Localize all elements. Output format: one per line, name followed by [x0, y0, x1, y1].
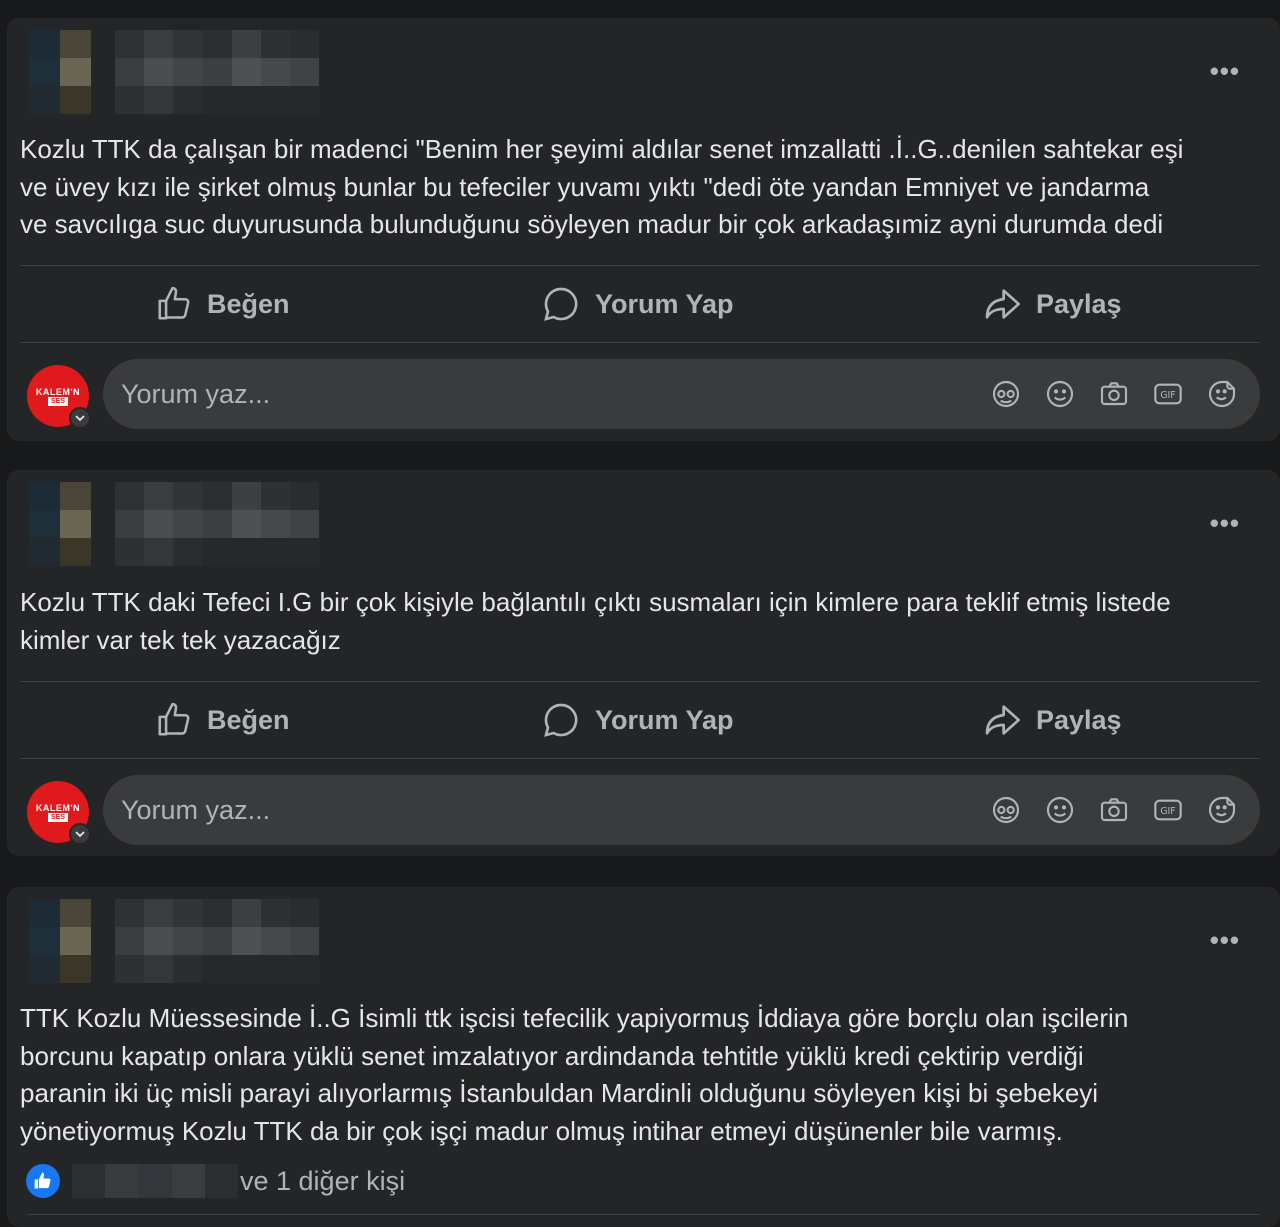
reactions-summary[interactable]: ve 1 diğer kişi [26, 1163, 405, 1199]
comment-input[interactable]: Yorum yaz... GIF [103, 775, 1260, 845]
chevron-down-icon[interactable] [69, 407, 91, 429]
emoji-icon[interactable] [1044, 378, 1076, 410]
post-text-3: TTK Kozlu Müessesinde İ..G İsimli ttk iş… [20, 1003, 1129, 1146]
share-label: Paylaş [1036, 704, 1122, 735]
comment-input[interactable]: Yorum yaz... GIF [103, 359, 1260, 429]
author-avatar-blurred[interactable] [29, 899, 91, 983]
camera-icon[interactable] [1098, 378, 1130, 410]
action-bar-1: Beğen Yorum Yap Paylaş [20, 266, 1260, 342]
like-label: Beğen [207, 704, 290, 735]
comment-bubble-icon [544, 287, 578, 321]
divider [20, 342, 1260, 343]
author-name-blurred[interactable] [115, 30, 319, 114]
avatar-logo-text: KALEM'N [35, 386, 81, 397]
comment-button[interactable]: Yorum Yap [541, 266, 734, 342]
thumbs-up-icon [158, 286, 190, 320]
more-options-icon[interactable]: ••• [1210, 927, 1240, 953]
gif-icon[interactable]: GIF [1152, 378, 1184, 410]
like-button[interactable]: Beğen [155, 266, 290, 342]
comment-button[interactable]: Yorum Yap [541, 682, 734, 758]
author-avatar-blurred[interactable] [29, 30, 91, 114]
author-avatar-blurred[interactable] [29, 482, 91, 566]
share-label: Paylaş [1036, 288, 1122, 319]
page-avatar[interactable]: KALEM'N SES [27, 365, 91, 429]
more-options-icon[interactable]: ••• [1210, 58, 1240, 84]
author-name-blurred[interactable] [115, 482, 319, 566]
sticker-icon[interactable] [1206, 378, 1238, 410]
comment-placeholder: Yorum yaz... [121, 794, 271, 825]
page-avatar[interactable]: KALEM'N SES [27, 781, 91, 845]
author-name-blurred[interactable] [115, 899, 319, 983]
like-label: Beğen [207, 288, 290, 319]
camera-icon[interactable] [1098, 794, 1130, 826]
thumbs-up-icon [158, 702, 190, 736]
action-bar-2: Beğen Yorum Yap Paylaş [20, 682, 1260, 758]
comment-label: Yorum Yap [595, 704, 734, 735]
share-arrow-icon [985, 289, 1020, 319]
more-options-icon[interactable]: ••• [1210, 510, 1240, 536]
post-text-1: Kozlu TTK da çalışan bir madenci "Benim … [20, 134, 1184, 239]
emoji-icon[interactable] [1044, 794, 1076, 826]
avatar-sticker-icon[interactable] [990, 378, 1022, 410]
avatar-logo-subtext: SES [47, 812, 68, 822]
comment-bubble-icon [544, 703, 578, 737]
like-button[interactable]: Beğen [155, 682, 290, 758]
divider [20, 758, 1260, 759]
share-button[interactable]: Paylaş [982, 266, 1122, 342]
share-button[interactable]: Paylaş [982, 682, 1122, 758]
avatar-logo-text: KALEM'N [35, 802, 81, 813]
comment-composer-2: KALEM'N SES Yorum yaz... GIF [27, 775, 1260, 845]
svg-text:GIF: GIF [1160, 390, 1175, 401]
share-arrow-icon [985, 705, 1020, 735]
likes-count-text: ve 1 diğer kişi [240, 1165, 406, 1196]
divider [27, 1214, 1260, 1215]
avatar-logo-subtext: SES [47, 396, 68, 406]
comment-label: Yorum Yap [595, 288, 734, 319]
likers-names-blurred[interactable] [72, 1164, 238, 1198]
svg-text:GIF: GIF [1160, 806, 1175, 817]
avatar-sticker-icon[interactable] [990, 794, 1022, 826]
like-reaction-icon [26, 1164, 60, 1198]
comment-placeholder: Yorum yaz... [121, 378, 271, 409]
sticker-icon[interactable] [1206, 794, 1238, 826]
post-text-2: Kozlu TTK daki Tefeci I.G bir çok kişiyl… [20, 587, 1171, 655]
comment-composer-1: KALEM'N SES Yorum yaz... GIF [27, 359, 1260, 429]
chevron-down-icon[interactable] [69, 823, 91, 845]
gif-icon[interactable]: GIF [1152, 794, 1184, 826]
